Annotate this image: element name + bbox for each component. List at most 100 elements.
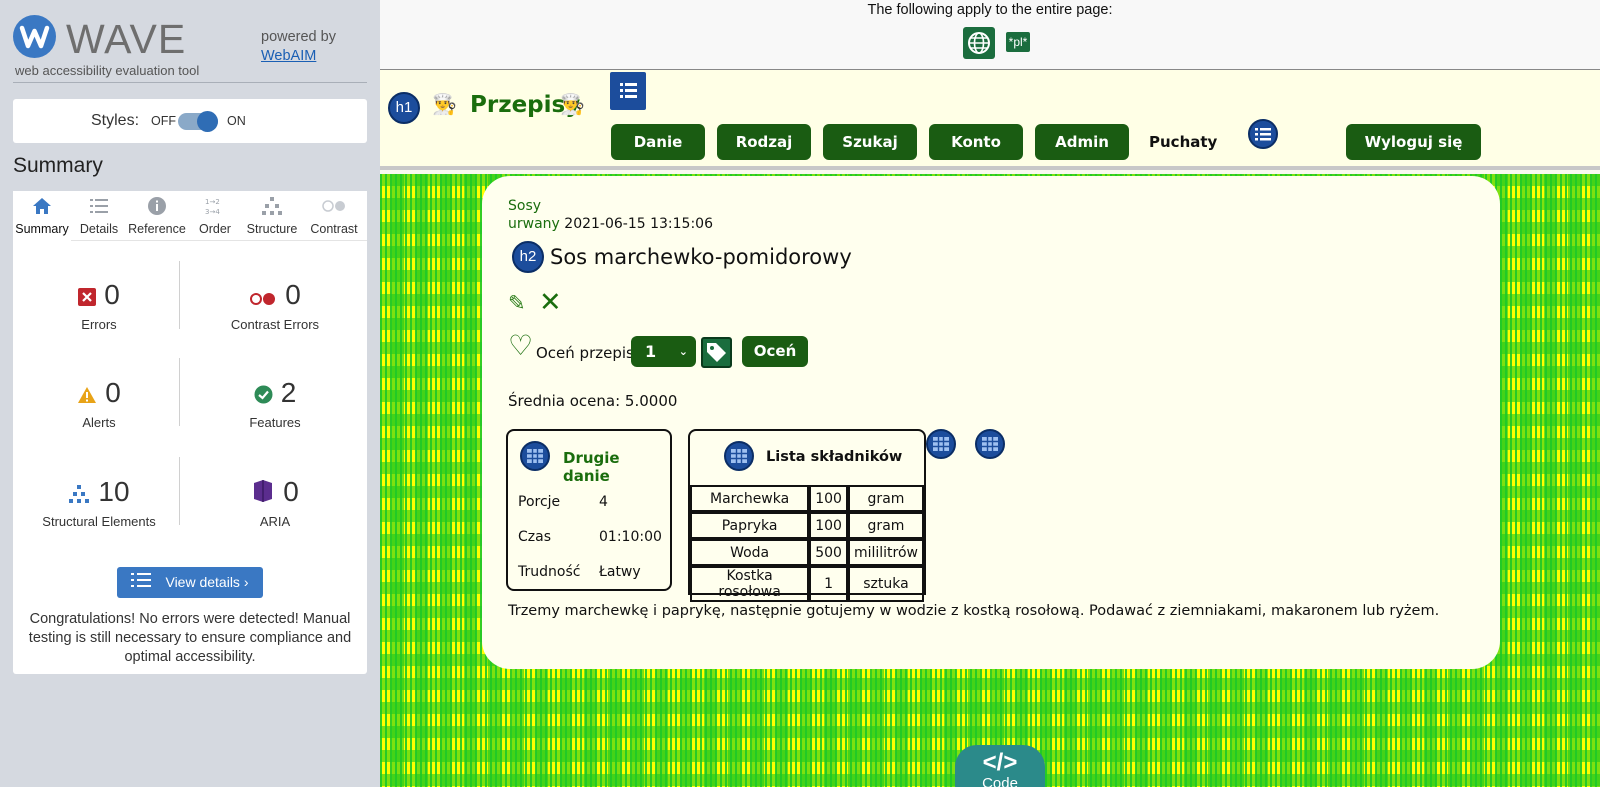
nav-konto[interactable]: Konto <box>929 124 1023 160</box>
ingredient-name: Kostka rosołowa <box>690 566 810 602</box>
tag-icon[interactable] <box>701 337 732 368</box>
styles-off-label: OFF <box>151 114 176 128</box>
view-details-button[interactable]: View details › <box>117 567 263 598</box>
edit-pencil-icon[interactable]: ✎ <box>508 291 526 315</box>
styles-toggle[interactable] <box>178 111 218 132</box>
ingredients-table: Marchewka 100 gram Papryka 100 gram Woda 500 m… <box>690 485 924 602</box>
info-row: Czas 01:10:00 <box>518 529 662 545</box>
aria-stat[interactable]: 0 ARIA <box>195 476 355 529</box>
divider <box>179 261 180 329</box>
webaim-link[interactable]: WebAIM <box>261 48 316 64</box>
order-icon: 1→2 3→4 <box>187 196 243 218</box>
table-icon[interactable] <box>724 441 754 471</box>
ingredient-unit: sztuka <box>847 566 924 602</box>
average-rating: Średnia ocena: 5.0000 <box>508 392 678 410</box>
contrast-errors-label: Contrast Errors <box>230 316 320 332</box>
info-key: Trudność <box>518 564 581 580</box>
ingredient-name: Woda <box>690 539 810 566</box>
code-panel-toggle[interactable]: </> Code <box>955 745 1045 787</box>
author-link[interactable]: urwany <box>508 216 560 232</box>
aria-cube-icon <box>251 478 275 510</box>
table-icon[interactable] <box>926 429 956 459</box>
recipe-card: Sosy urwany 2021-06-15 13:15:06 h2 Sos m… <box>482 176 1500 669</box>
wave-sidebar: WAVE web accessibility evaluation tool p… <box>0 0 380 787</box>
tab-order[interactable]: 1→2 3→4 Order <box>187 191 243 241</box>
nav-danie[interactable]: Danie <box>611 124 705 160</box>
rate-button[interactable]: Oceń <box>742 336 808 367</box>
chevron-down-icon: ⌄ <box>678 345 688 358</box>
tab-reference[interactable]: Reference <box>127 191 187 241</box>
structural-label: Structural Elements <box>42 513 156 529</box>
contrast-errors-stat[interactable]: 0 Contrast Errors <box>195 279 355 332</box>
applies-text: The following apply to the entire page: <box>867 2 1113 18</box>
table-icon[interactable] <box>975 429 1005 459</box>
tab-structure[interactable]: Structure <box>243 191 301 241</box>
rate-label: Oceń przepis <box>536 344 634 362</box>
structural-stat[interactable]: 10 Structural Elements <box>19 476 179 529</box>
divider <box>179 457 180 525</box>
info-value: Łatwy <box>599 564 641 580</box>
recipe-title: Sos marchewko-pomidorowy <box>550 245 852 269</box>
language-badge[interactable]: *pl* <box>1006 32 1030 52</box>
ingredient-amount: 500 <box>809 539 848 566</box>
ingredient-amount: 100 <box>809 485 848 512</box>
features-stat[interactable]: 2 Features <box>195 377 355 430</box>
alerts-stat[interactable]: 0 Alerts <box>19 377 179 430</box>
h1-badge[interactable]: h1 <box>388 92 420 124</box>
ingredients-box: Lista składników Marchewka 100 gram Papryk… <box>688 429 926 602</box>
tab-contrast[interactable]: Contrast <box>301 191 367 241</box>
nav-admin[interactable]: Admin <box>1035 124 1129 160</box>
styles-toggle-box: Styles: OFF ON <box>13 99 367 143</box>
info-title: Drugie danie <box>563 449 620 485</box>
ingredient-unit: gram <box>847 485 924 512</box>
page-level-icons-bar: The following apply to the entire page: … <box>380 0 1600 70</box>
code-label: Code <box>982 775 1018 787</box>
errors-count: 0 <box>104 279 120 310</box>
info-value: 01:10:00 <box>599 529 662 545</box>
tab-label: Contrast <box>310 222 358 236</box>
home-icon <box>13 196 71 218</box>
contrast-errors-count: 0 <box>285 279 301 310</box>
features-label: Features <box>249 414 301 430</box>
list-icon <box>131 568 152 599</box>
svg-text:1→2: 1→2 <box>205 198 220 206</box>
wave-tabs: Summary Details Reference 1→2 3→4 Order S… <box>13 191 367 241</box>
tab-details[interactable]: Details <box>71 191 127 241</box>
styles-on-label: ON <box>227 114 246 128</box>
table-row: Woda 500 mililitrów <box>690 539 924 566</box>
contrast-icon <box>301 196 367 218</box>
ingredient-name: Marchewka <box>690 485 810 512</box>
html5-document-icon[interactable] <box>610 72 646 110</box>
errors-stat[interactable]: 0 Errors <box>19 279 179 332</box>
styles-label: Styles: <box>91 112 140 129</box>
rating-select[interactable]: 1 ⌄ <box>631 336 696 367</box>
chef-icon: 👨‍🍳 <box>432 92 457 116</box>
recipe-date: 2021-06-15 13:15:06 <box>564 216 713 232</box>
delete-x-icon[interactable]: ✕ <box>539 287 562 318</box>
summary-panel: 0 Errors 0 Contrast Errors 0 Alerts 2 Fe… <box>13 241 367 674</box>
info-key: Czas <box>518 529 551 545</box>
features-count: 2 <box>280 377 297 408</box>
tab-label: Order <box>199 222 231 236</box>
list-icon[interactable] <box>1248 119 1278 149</box>
table-icon[interactable] <box>520 441 550 471</box>
alert-icon <box>77 379 97 411</box>
aria-count: 0 <box>283 476 299 507</box>
nav-szukaj[interactable]: Szukaj <box>823 124 917 160</box>
tab-label: Summary <box>15 222 69 236</box>
h2-badge[interactable]: h2 <box>512 241 544 273</box>
recipe-category-link[interactable]: Sosy <box>508 198 541 214</box>
tab-summary[interactable]: Summary <box>13 191 71 241</box>
site-header: h1 👨‍🍳 Przepisy 👨‍🍳 Danie Rodzaj Szukaj … <box>380 70 1600 170</box>
heart-icon[interactable]: ♡ <box>508 329 533 362</box>
ingredients-title: Lista składników <box>766 449 903 465</box>
nav-rodzaj[interactable]: Rodzaj <box>717 124 811 160</box>
table-row: Papryka 100 gram <box>690 512 924 539</box>
aria-label: ARIA <box>259 513 291 529</box>
alerts-count: 0 <box>105 377 121 408</box>
contrast-error-icon <box>249 281 277 313</box>
info-row: Porcje 4 <box>518 494 608 510</box>
structural-count: 10 <box>98 476 130 507</box>
logout-button[interactable]: Wyloguj się <box>1346 124 1481 160</box>
globe-icon[interactable] <box>963 27 995 59</box>
